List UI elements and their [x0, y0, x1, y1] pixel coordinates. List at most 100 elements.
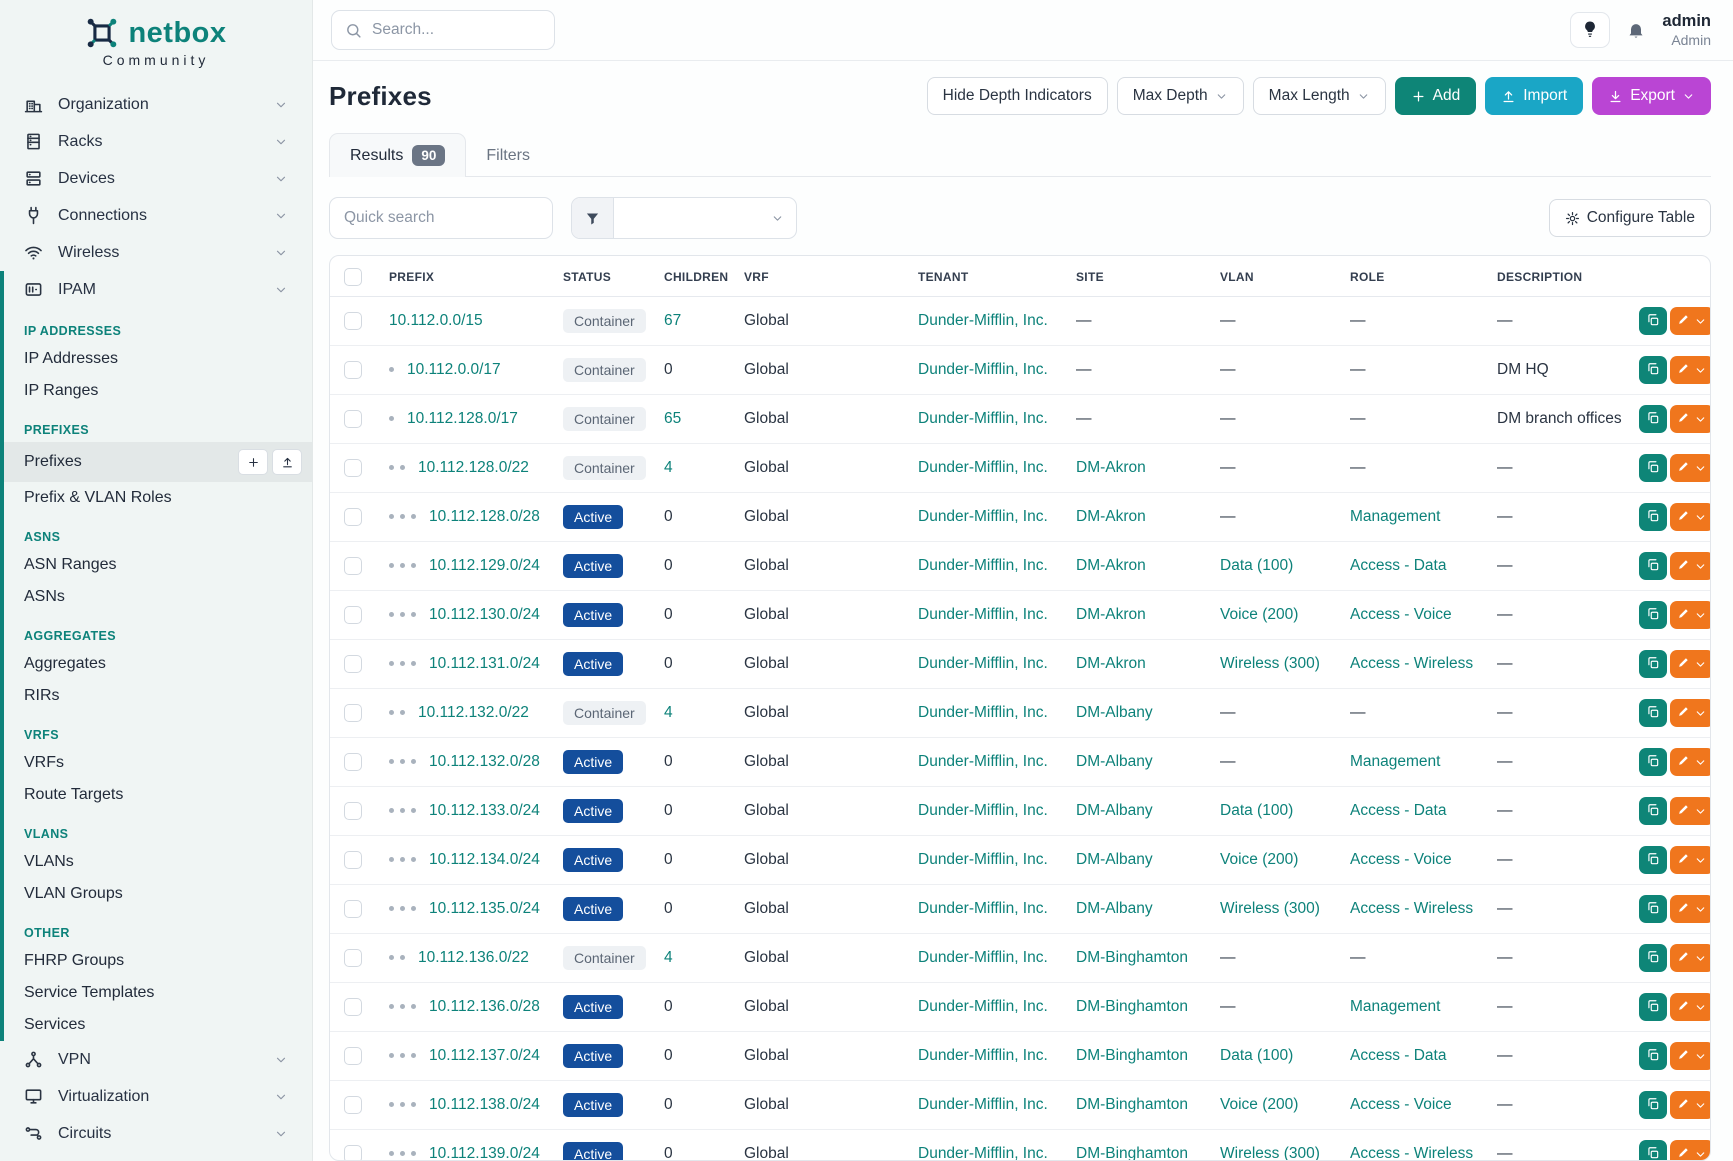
- clone-button[interactable]: [1639, 1042, 1667, 1070]
- site-link[interactable]: DM-Albany: [1076, 802, 1153, 819]
- sidebar-group-circuits[interactable]: Circuits: [0, 1115, 312, 1152]
- site-link[interactable]: DM-Binghamton: [1076, 1096, 1188, 1113]
- row-checkbox[interactable]: [344, 1096, 362, 1114]
- clone-button[interactable]: [1639, 454, 1667, 482]
- vlan-link[interactable]: Voice (200): [1220, 606, 1298, 623]
- children-link[interactable]: 65: [664, 410, 681, 427]
- row-checkbox[interactable]: [344, 949, 362, 967]
- prefix-link[interactable]: 10.112.0.0/15: [389, 312, 483, 329]
- vlan-link[interactable]: Data (100): [1220, 1047, 1293, 1064]
- edit-dropdown-button[interactable]: [1670, 846, 1710, 874]
- clone-button[interactable]: [1639, 503, 1667, 531]
- edit-dropdown-button[interactable]: [1670, 601, 1710, 629]
- add-button[interactable]: Add: [1395, 77, 1477, 115]
- tab-results[interactable]: Results 90: [329, 133, 466, 177]
- clone-button[interactable]: [1639, 797, 1667, 825]
- tenant-link[interactable]: Dunder-Mifflin, Inc.: [918, 753, 1048, 770]
- vlan-link[interactable]: Wireless (300): [1220, 1145, 1320, 1161]
- row-checkbox[interactable]: [344, 459, 362, 477]
- saved-filter-select[interactable]: [614, 198, 796, 238]
- prefix-link[interactable]: 10.112.128.0/17: [407, 410, 518, 427]
- edit-dropdown-button[interactable]: [1670, 503, 1710, 531]
- prefix-link[interactable]: 10.112.0.0/17: [407, 361, 501, 378]
- edit-dropdown-button[interactable]: [1670, 797, 1710, 825]
- sidebar-item-ip-ranges[interactable]: IP Ranges: [4, 375, 312, 407]
- netbox-logo[interactable]: netbox: [0, 16, 312, 50]
- sidebar-item-prefix-vlan-roles[interactable]: Prefix & VLAN Roles: [4, 482, 312, 514]
- role-link[interactable]: Access - Voice: [1350, 1096, 1452, 1113]
- sidebar-item-ip-addresses[interactable]: IP Addresses: [4, 343, 312, 375]
- sidebar-group-organization[interactable]: Organization: [0, 86, 312, 123]
- user-menu[interactable]: admin Admin: [1662, 11, 1711, 49]
- sidebar-item-asns[interactable]: ASNs: [4, 581, 312, 613]
- prefix-link[interactable]: 10.112.131.0/24: [429, 655, 540, 672]
- prefix-link[interactable]: 10.112.139.0/24: [429, 1145, 540, 1161]
- sidebar-item-prefixes[interactable]: Prefixes: [4, 442, 312, 482]
- clone-button[interactable]: [1639, 846, 1667, 874]
- row-checkbox[interactable]: [344, 410, 362, 428]
- role-link[interactable]: Management: [1350, 753, 1440, 770]
- prefix-link[interactable]: 10.112.132.0/22: [418, 704, 529, 721]
- tenant-link[interactable]: Dunder-Mifflin, Inc.: [918, 361, 1048, 378]
- clone-button[interactable]: [1639, 944, 1667, 972]
- tenant-link[interactable]: Dunder-Mifflin, Inc.: [918, 949, 1048, 966]
- sidebar-item-vlans[interactable]: VLANs: [4, 846, 312, 878]
- site-link[interactable]: DM-Binghamton: [1076, 1145, 1188, 1161]
- role-link[interactable]: Access - Wireless: [1350, 900, 1473, 917]
- sidebar-group-vpn[interactable]: VPN: [0, 1041, 312, 1078]
- edit-dropdown-button[interactable]: [1670, 944, 1710, 972]
- edit-dropdown-button[interactable]: [1670, 1042, 1710, 1070]
- children-link[interactable]: 4: [664, 704, 673, 721]
- tenant-link[interactable]: Dunder-Mifflin, Inc.: [918, 557, 1048, 574]
- tenant-link[interactable]: Dunder-Mifflin, Inc.: [918, 802, 1048, 819]
- edit-dropdown-button[interactable]: [1670, 405, 1710, 433]
- clone-button[interactable]: [1639, 1091, 1667, 1119]
- children-link[interactable]: 4: [664, 459, 673, 476]
- bell-icon[interactable]: [1626, 20, 1646, 40]
- sidebar-item-asn-ranges[interactable]: ASN Ranges: [4, 549, 312, 581]
- tenant-link[interactable]: Dunder-Mifflin, Inc.: [918, 459, 1048, 476]
- row-checkbox[interactable]: [344, 1145, 362, 1161]
- tenant-link[interactable]: Dunder-Mifflin, Inc.: [918, 312, 1048, 329]
- row-checkbox[interactable]: [344, 900, 362, 918]
- sidebar-item-route-targets[interactable]: Route Targets: [4, 779, 312, 811]
- sidebar-group-devices[interactable]: Devices: [0, 160, 312, 197]
- prefix-link[interactable]: 10.112.128.0/22: [418, 459, 529, 476]
- sidebar-group-connections[interactable]: Connections: [0, 197, 312, 234]
- row-checkbox[interactable]: [344, 655, 362, 673]
- select-all-checkbox[interactable]: [344, 268, 362, 286]
- sidebar-item-fhrp-groups[interactable]: FHRP Groups: [4, 945, 312, 977]
- children-link[interactable]: 67: [664, 312, 681, 329]
- row-checkbox[interactable]: [344, 802, 362, 820]
- role-link[interactable]: Access - Data: [1350, 557, 1446, 574]
- global-search[interactable]: [331, 10, 555, 50]
- row-checkbox[interactable]: [344, 508, 362, 526]
- role-link[interactable]: Access - Data: [1350, 802, 1446, 819]
- configure-table-button[interactable]: Configure Table: [1549, 199, 1711, 237]
- prefix-link[interactable]: 10.112.137.0/24: [429, 1047, 540, 1064]
- quick-import-button[interactable]: [272, 449, 302, 475]
- site-link[interactable]: DM-Albany: [1076, 851, 1153, 868]
- tenant-link[interactable]: Dunder-Mifflin, Inc.: [918, 606, 1048, 623]
- vlan-link[interactable]: Data (100): [1220, 557, 1293, 574]
- sidebar-item-vlan-groups[interactable]: VLAN Groups: [4, 878, 312, 910]
- site-link[interactable]: DM-Binghamton: [1076, 1047, 1188, 1064]
- import-button[interactable]: Import: [1485, 77, 1583, 115]
- quick-search-input[interactable]: [329, 197, 553, 239]
- prefix-link[interactable]: 10.112.135.0/24: [429, 900, 540, 917]
- filter-funnel-icon[interactable]: [572, 198, 614, 238]
- clone-button[interactable]: [1639, 1140, 1667, 1161]
- site-link[interactable]: DM-Albany: [1076, 704, 1153, 721]
- tenant-link[interactable]: Dunder-Mifflin, Inc.: [918, 1096, 1048, 1113]
- hide-depth-indicators-button[interactable]: Hide Depth Indicators: [927, 77, 1108, 115]
- clone-button[interactable]: [1639, 895, 1667, 923]
- prefix-link[interactable]: 10.112.129.0/24: [429, 557, 540, 574]
- tenant-link[interactable]: Dunder-Mifflin, Inc.: [918, 410, 1048, 427]
- edit-dropdown-button[interactable]: [1670, 552, 1710, 580]
- prefix-link[interactable]: 10.112.133.0/24: [429, 802, 540, 819]
- sidebar-item-service-templates[interactable]: Service Templates: [4, 977, 312, 1009]
- clone-button[interactable]: [1639, 601, 1667, 629]
- site-link[interactable]: DM-Binghamton: [1076, 998, 1188, 1015]
- prefix-link[interactable]: 10.112.134.0/24: [429, 851, 540, 868]
- edit-dropdown-button[interactable]: [1670, 650, 1710, 678]
